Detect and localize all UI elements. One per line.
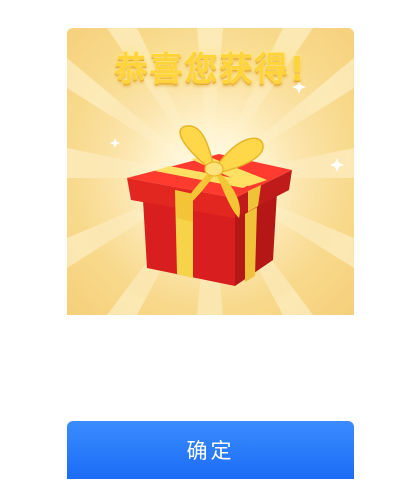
confirm-button[interactable]: 确定	[67, 421, 354, 479]
reward-card: 恭喜您获得!	[67, 28, 354, 315]
reward-dialog: 恭喜您获得! 确定	[0, 0, 420, 480]
reward-title: 恭喜您获得!	[114, 49, 307, 88]
